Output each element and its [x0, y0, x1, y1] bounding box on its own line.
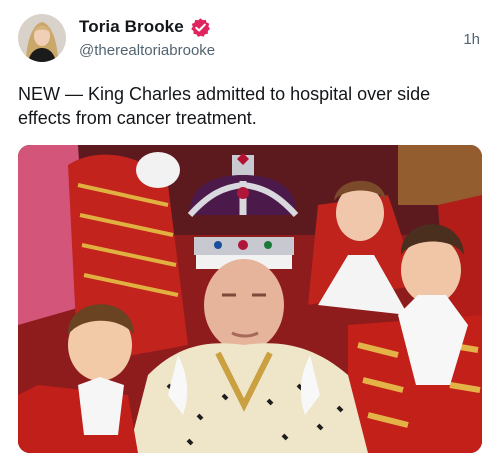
author-name-row: Toria Brooke: [79, 16, 211, 38]
avatar-image: [18, 14, 66, 62]
social-post: Toria Brooke @therealtoriabrooke 1h NEW …: [0, 0, 500, 473]
author-avatar[interactable]: [18, 14, 66, 62]
author-handle[interactable]: @therealtoriabrooke: [79, 42, 215, 59]
verified-badge-icon: [190, 17, 211, 38]
post-text: NEW — King Charles admitted to hospital …: [18, 84, 431, 128]
post-media-image[interactable]: [18, 145, 482, 453]
coronation-photo: [18, 145, 482, 453]
post-timestamp[interactable]: 1h: [463, 31, 480, 48]
author-display-name[interactable]: Toria Brooke: [79, 17, 184, 37]
